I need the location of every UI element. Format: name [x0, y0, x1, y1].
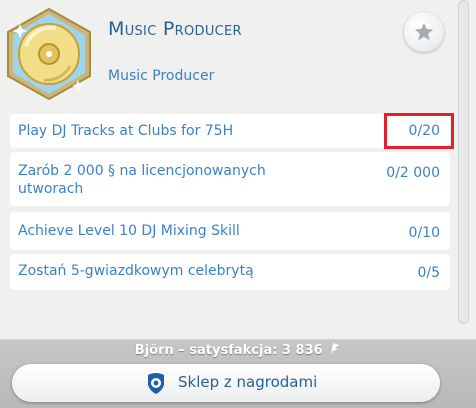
task-row: Achieve Level 10 DJ Mixing Skill 0/10 — [10, 212, 450, 250]
career-header: Music Producer Music Producer — [0, 0, 476, 110]
career-subtitle: Music Producer — [108, 68, 215, 84]
reward-store-icon — [148, 373, 164, 394]
satisfaction-icon — [331, 343, 340, 355]
vinyl-disc-icon — [7, 7, 91, 101]
task-progress: 0/5 — [417, 265, 440, 281]
favorite-button[interactable] — [404, 12, 444, 52]
reward-store-label: Sklep z nagrodami — [178, 373, 318, 391]
task-progress: 0/10 — [408, 225, 440, 241]
task-label: Zarób 2 000 § na licencjonowanych utwora… — [18, 163, 266, 197]
task-row: Zostań 5-gwiazdkowym celebrytą 0/5 — [10, 254, 450, 290]
footer: Björn – satysfakcja: 3 836 Sklep z nagro… — [0, 340, 476, 408]
task-progress: 0/2 000 — [386, 165, 440, 181]
task-label: Play DJ Tracks at Clubs for 75H — [18, 123, 234, 139]
career-title: Music Producer — [108, 18, 242, 40]
highlight-box — [384, 113, 454, 149]
task-label: Achieve Level 10 DJ Mixing Skill — [18, 223, 240, 239]
task-label: Zostań 5-gwiazdkowym celebrytą — [18, 263, 254, 279]
star-icon — [414, 22, 434, 41]
scrollbar[interactable] — [458, 0, 469, 324]
aspiration-panel: Music Producer Music Producer Play DJ Tr… — [0, 0, 476, 340]
task-row: Zarób 2 000 § na licencjonowanych utwora… — [10, 152, 450, 206]
satisfaction-points: Björn – satysfakcja: 3 836 — [0, 342, 476, 358]
satisfaction-text: Björn – satysfakcja: 3 836 — [134, 343, 323, 358]
reward-store-button[interactable]: Sklep z nagrodami — [12, 364, 440, 402]
